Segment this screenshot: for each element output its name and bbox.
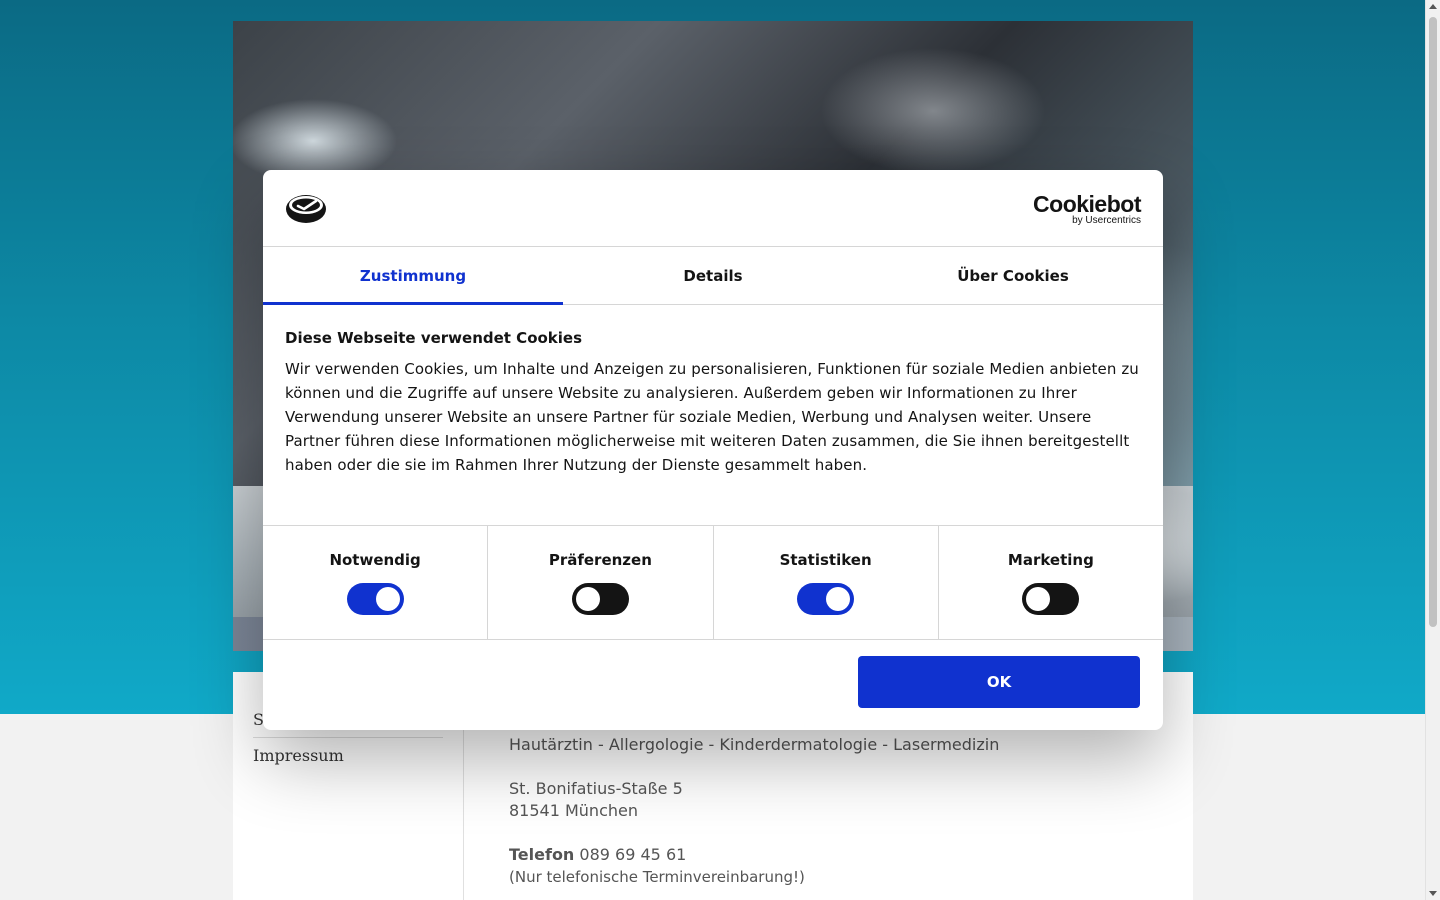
tab-ueber-cookies[interactable]: Über Cookies [863,247,1163,304]
tab-details[interactable]: Details [563,247,863,304]
practice-phone: Telefon 089 69 45 61 [509,844,999,866]
toggle-praeferenzen[interactable] [571,583,629,615]
practice-city: 81541 München [509,801,638,820]
nav-item-impressum[interactable]: Impressum [253,738,443,773]
dialog-body: Diese Webseite verwendet Cookies Wir ver… [263,305,1163,526]
cookie-consent-dialog: Cookiebot by Usercentrics Zustimmung Det… [263,170,1163,730]
scroll-down-arrow-icon[interactable] [1429,891,1437,896]
toggle-statistiken[interactable] [797,583,855,615]
phone-label: Telefon [509,845,575,864]
toggle-knob [1026,587,1051,611]
practice-street: St. Bonifatius-Staße 5 [509,779,683,798]
toggle-knob [575,587,600,611]
tab-zustimmung[interactable]: Zustimmung [263,247,563,305]
cookiebot-brand-name: Cookiebot [1033,191,1141,217]
toggle-label-praeferenzen: Präferenzen [548,551,652,569]
toggle-cell-praeferenzen: Präferenzen [488,526,714,639]
toggle-label-notwendig: Notwendig [329,551,421,569]
toggle-knob [826,587,851,611]
toggle-label-marketing: Marketing [1007,551,1094,569]
page-scrollbar[interactable] [1425,0,1440,900]
scrollbar-thumb[interactable] [1429,17,1437,627]
phone-number[interactable]: 089 69 45 61 [579,845,686,864]
ok-button[interactable]: OK [858,656,1140,708]
toggle-label-statistiken: Statistiken [779,551,872,569]
practice-info: Hautärztin - Allergologie - Kinderdermat… [509,734,999,888]
practice-specialties: Hautärztin - Allergologie - Kinderdermat… [509,735,1000,754]
dialog-title: Diese Webseite verwendet Cookies [285,329,583,347]
dialog-footer: OK [263,640,1163,729]
dialog-text: Wir verwenden Cookies, um Inhalte und An… [285,360,1139,474]
dialog-tabs: Zustimmung Details Über Cookies [263,247,1163,305]
consent-toggles: Notwendig Präferenzen Statistiken Market… [263,526,1163,640]
scroll-up-arrow-icon[interactable] [1429,4,1437,9]
toggle-cell-marketing: Marketing [939,526,1163,639]
toggle-marketing[interactable] [1022,583,1080,615]
dialog-header: Cookiebot by Usercentrics [263,170,1163,247]
toggle-knob [375,587,400,611]
cookiebot-brand-logo: Cookiebot by Usercentrics [1033,192,1141,226]
toggle-notwendig[interactable] [346,583,404,615]
cookie-logo-icon [285,192,327,228]
toggle-cell-statistiken: Statistiken [714,526,939,639]
toggle-cell-notwendig: Notwendig [263,526,489,639]
phone-note: (Nur telefonische Terminvereinbarung!) [509,868,805,886]
